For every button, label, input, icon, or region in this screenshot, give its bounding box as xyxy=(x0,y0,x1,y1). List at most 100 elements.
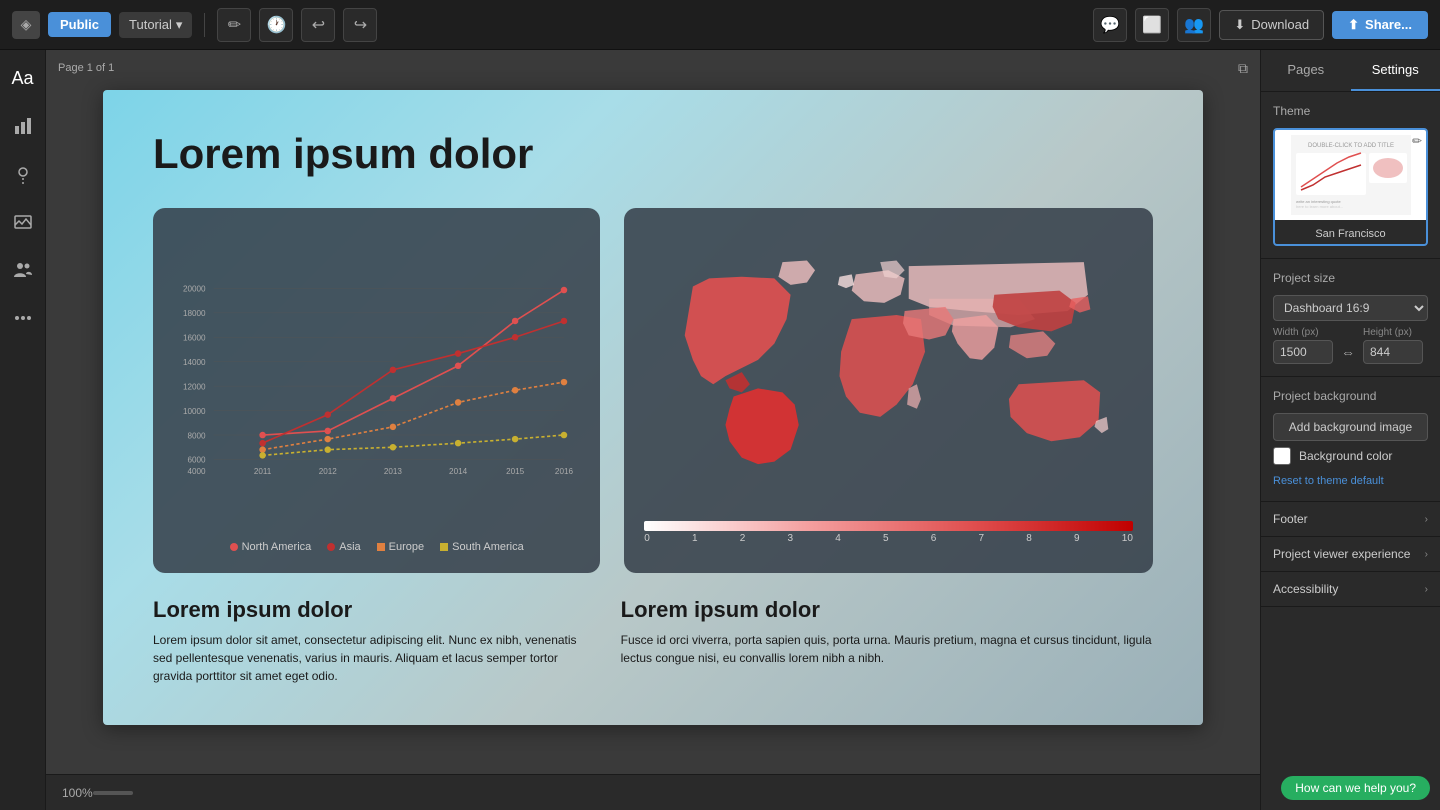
scroll-handle[interactable] xyxy=(93,791,133,795)
sidebar-icon-more[interactable] xyxy=(7,302,39,334)
slide: Lorem ipsum dolor xyxy=(103,90,1203,725)
svg-text:20000: 20000 xyxy=(183,285,206,294)
chart-legend: North America Asia Europe xyxy=(173,541,580,553)
project-size-select[interactable]: Dashboard 16:9 xyxy=(1273,295,1428,321)
svg-text:2015: 2015 xyxy=(506,467,525,476)
svg-text:DOUBLE-CLICK TO ADD TITLE: DOUBLE-CLICK TO ADD TITLE xyxy=(1307,143,1393,149)
team-icon xyxy=(13,260,33,280)
legend-dot-south-america xyxy=(440,543,448,551)
accordion-footer[interactable]: Footer › xyxy=(1261,502,1440,537)
svg-text:10000: 10000 xyxy=(183,407,206,416)
sidebar-icon-map[interactable] xyxy=(7,158,39,190)
download-button[interactable]: ⬇ Download xyxy=(1219,10,1324,40)
chevron-footer-icon: › xyxy=(1425,514,1428,525)
more-icon xyxy=(13,308,33,328)
svg-text:here to learn more about...: here to learn more about... xyxy=(1296,204,1343,209)
main-layout: Aa xyxy=(0,50,1440,810)
sidebar-icon-text[interactable]: Aa xyxy=(7,62,39,94)
svg-text:2016: 2016 xyxy=(555,467,574,476)
theme-section-title: Theme xyxy=(1273,104,1428,118)
accordion-viewer-label: Project viewer experience xyxy=(1273,547,1410,561)
svg-text:8000: 8000 xyxy=(188,431,207,440)
help-container: How can we help you? xyxy=(1281,776,1430,800)
canvas-area: Page 1 of 1 ⧉ Lorem ipsum dolor xyxy=(46,50,1260,810)
height-label: Height (px) xyxy=(1363,327,1423,338)
page-label: Page 1 of 1 xyxy=(58,62,114,74)
bg-color-row: Background color xyxy=(1273,447,1428,465)
share-button[interactable]: ⬆ Share... xyxy=(1332,11,1428,39)
redo-button[interactable]: ↪ xyxy=(343,8,377,42)
svg-text:16000: 16000 xyxy=(183,334,206,343)
line-chart-card[interactable]: 20000 18000 16000 14000 12000 10000 8000… xyxy=(153,208,600,573)
tutorial-button[interactable]: Tutorial ▾ xyxy=(119,12,192,38)
legend-dot-asia xyxy=(327,543,335,551)
tab-pages[interactable]: Pages xyxy=(1261,50,1351,91)
svg-text:12000: 12000 xyxy=(183,382,206,391)
world-map-svg xyxy=(644,228,1133,508)
chevron-down-icon: ▾ xyxy=(176,17,183,33)
theme-section: Theme DOUBLE-CLICK TO ADD TITLE xyxy=(1261,92,1440,259)
svg-text:18000: 18000 xyxy=(183,309,206,318)
width-input[interactable] xyxy=(1273,340,1333,364)
chevron-viewer-icon: › xyxy=(1425,549,1428,560)
map-icon xyxy=(13,164,33,184)
preview-button[interactable]: ⬜ xyxy=(1135,8,1169,42)
theme-edit-icon[interactable]: ✏ xyxy=(1412,134,1422,148)
legend-dot-north-america xyxy=(230,543,238,551)
accordion-accessibility[interactable]: Accessibility › xyxy=(1261,572,1440,607)
map-chart-card[interactable]: 0 1 2 3 4 5 6 7 8 9 10 xyxy=(624,208,1153,573)
text-col-2: Lorem ipsum dolor Fusce id orci viverra,… xyxy=(621,597,1153,685)
comment-button[interactable]: 💬 xyxy=(1093,8,1127,42)
tab-settings[interactable]: Settings xyxy=(1351,50,1440,91)
theme-name: San Francisco xyxy=(1275,224,1426,244)
legend-north-america: North America xyxy=(230,541,312,553)
logo-icon: ◈ xyxy=(21,16,32,33)
svg-text:2013: 2013 xyxy=(384,467,403,476)
project-size-section: Project size Dashboard 16:9 Width (px) ⇔… xyxy=(1261,259,1440,377)
height-input[interactable] xyxy=(1363,340,1423,364)
svg-text:2011: 2011 xyxy=(254,467,272,476)
collaborate-button[interactable]: 👥 xyxy=(1177,8,1211,42)
accordion-accessibility-label: Accessibility xyxy=(1273,582,1338,596)
text-row: Lorem ipsum dolor Lorem ipsum dolor sit … xyxy=(153,597,1153,685)
sidebar-icon-image[interactable] xyxy=(7,206,39,238)
svg-text:4000: 4000 xyxy=(188,467,207,476)
theme-thumbnail[interactable]: DOUBLE-CLICK TO ADD TITLE write an inter… xyxy=(1273,128,1428,246)
legend-label-asia: Asia xyxy=(339,541,360,553)
svg-text:14000: 14000 xyxy=(183,358,206,367)
chart-icon xyxy=(13,116,33,136)
add-bg-image-button[interactable]: Add background image xyxy=(1273,413,1428,441)
tutorial-label: Tutorial xyxy=(129,17,172,32)
left-sidebar: Aa xyxy=(0,50,46,810)
height-field-group: Height (px) xyxy=(1363,327,1423,364)
pen-tool-button[interactable]: ✏ xyxy=(217,8,251,42)
bottom-bar: 100% xyxy=(46,774,1260,810)
reset-theme-link[interactable]: Reset to theme default xyxy=(1273,475,1384,487)
download-label: Download xyxy=(1251,17,1309,32)
sidebar-icon-chart[interactable] xyxy=(7,110,39,142)
zoom-level: 100% xyxy=(62,786,93,800)
right-tabs: Pages Settings xyxy=(1261,50,1440,92)
right-sidebar: Pages Settings Theme DOUBLE-CLICK TO ADD… xyxy=(1260,50,1440,810)
link-dimensions-icon[interactable]: ⇔ xyxy=(1339,344,1357,360)
legend-label-south-america: South America xyxy=(452,541,524,553)
legend-dot-europe xyxy=(377,543,385,551)
canvas-scroll[interactable]: Lorem ipsum dolor xyxy=(46,50,1260,774)
public-button[interactable]: Public xyxy=(48,12,111,37)
accordion-viewer-experience[interactable]: Project viewer experience › xyxy=(1261,537,1440,572)
line-chart-svg: 20000 18000 16000 14000 12000 10000 8000… xyxy=(173,228,580,528)
copy-icon[interactable]: ⧉ xyxy=(1238,60,1248,77)
bg-color-swatch[interactable] xyxy=(1273,447,1291,465)
legend-label-europe: Europe xyxy=(389,541,424,553)
size-inputs-row: Width (px) ⇔ Height (px) xyxy=(1273,327,1428,364)
help-button[interactable]: How can we help you? xyxy=(1281,776,1430,800)
app-logo[interactable]: ◈ xyxy=(12,11,40,39)
legend-europe: Europe xyxy=(377,541,424,553)
section-body-2: Fusce id orci viverra, porta sapien quis… xyxy=(621,631,1153,667)
download-icon: ⬇ xyxy=(1234,17,1245,33)
history-button[interactable]: 🕐 xyxy=(259,8,293,42)
sidebar-icon-team[interactable] xyxy=(7,254,39,286)
bg-color-label: Background color xyxy=(1299,449,1392,463)
share-icon: ⬆ xyxy=(1348,17,1359,33)
undo-button[interactable]: ↩ xyxy=(301,8,335,42)
